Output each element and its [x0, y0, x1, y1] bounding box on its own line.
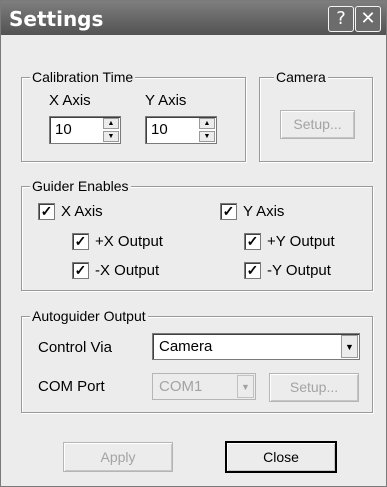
plus-y-check-icon: ✓	[244, 233, 261, 250]
title-bar[interactable]: Settings ? ✕	[1, 1, 386, 35]
com-port-dropdown-icon[interactable]: ▼	[237, 375, 254, 398]
settings-dialog: Settings ? ✕ Calibration Time X Axis Y A…	[0, 0, 387, 487]
control-via-label: Control Via	[38, 339, 112, 356]
control-via-dropdown-icon[interactable]: ▼	[341, 335, 358, 358]
com-port-label: COM Port	[38, 378, 105, 395]
x-axis-value: 10	[55, 121, 72, 138]
x-axis-down-arrow[interactable]: ▼	[103, 131, 119, 142]
x-axis-spinner[interactable]: 10 ▲ ▼	[49, 116, 121, 144]
minus-x-check-icon: ✓	[72, 262, 89, 279]
com-setup-button[interactable]: Setup...	[269, 373, 359, 402]
minus-y-output-label: -Y Output	[267, 262, 331, 279]
minus-x-output-label: -X Output	[95, 262, 160, 279]
y-axis-checkbox[interactable]: ✓ Y Axis	[220, 203, 284, 220]
plus-y-output-label: +Y Output	[267, 233, 335, 250]
plus-x-output-label: +X Output	[95, 233, 163, 250]
x-axis-check-icon: ✓	[38, 203, 55, 220]
control-via-value: Camera	[159, 338, 213, 355]
x-axis-label: X Axis	[49, 92, 91, 109]
close-window-button[interactable]: ✕	[355, 6, 381, 32]
camera-label: Camera	[274, 68, 328, 86]
y-axis-check-icon: ✓	[220, 203, 237, 220]
calibration-time-group: Calibration Time X Axis Y Axis 10 ▲ ▼ 10…	[21, 68, 246, 162]
plus-x-check-icon: ✓	[72, 233, 89, 250]
plus-y-output-checkbox[interactable]: ✓ +Y Output	[244, 233, 335, 250]
y-axis-value: 10	[151, 121, 168, 138]
guider-enables-group: Guider Enables ✓ X Axis ✓ Y Axis ✓ +X Ou…	[21, 177, 373, 291]
y-axis-up-arrow[interactable]: ▲	[199, 118, 215, 129]
x-axis-up-arrow[interactable]: ▲	[103, 118, 119, 129]
x-axis-checkbox[interactable]: ✓ X Axis	[38, 203, 103, 220]
com-port-select[interactable]: COM1 ▼	[152, 373, 256, 400]
y-axis-spinner[interactable]: 10 ▲ ▼	[145, 116, 217, 144]
help-button[interactable]: ?	[328, 6, 354, 32]
x-axis-spin-arrows: ▲ ▼	[103, 118, 119, 142]
close-button[interactable]: Close	[225, 441, 337, 473]
minus-y-output-checkbox[interactable]: ✓ -Y Output	[244, 262, 331, 279]
guider-enables-label: Guider Enables	[30, 177, 131, 195]
close-icon: ✕	[360, 8, 376, 29]
plus-x-output-checkbox[interactable]: ✓ +X Output	[72, 233, 163, 250]
y-axis-check-label: Y Axis	[243, 203, 285, 220]
window-title: Settings	[9, 7, 104, 31]
minus-x-output-checkbox[interactable]: ✓ -X Output	[72, 262, 159, 279]
help-icon: ?	[336, 8, 346, 29]
y-axis-down-arrow[interactable]: ▼	[199, 131, 215, 142]
y-axis-spin-arrows: ▲ ▼	[199, 118, 215, 142]
apply-button[interactable]: Apply	[63, 442, 173, 472]
x-axis-check-label: X Axis	[61, 203, 103, 220]
autoguider-output-group: Autoguider Output Control Via Camera ▼ C…	[21, 307, 373, 413]
calibration-time-label: Calibration Time	[30, 68, 136, 86]
control-via-select[interactable]: Camera ▼	[152, 333, 360, 360]
com-port-value: COM1	[159, 378, 203, 395]
camera-setup-button[interactable]: Setup...	[280, 110, 355, 139]
minus-y-check-icon: ✓	[244, 262, 261, 279]
autoguider-output-label: Autoguider Output	[30, 307, 148, 325]
y-axis-label: Y Axis	[145, 92, 187, 109]
camera-group: Camera Setup...	[259, 68, 373, 162]
